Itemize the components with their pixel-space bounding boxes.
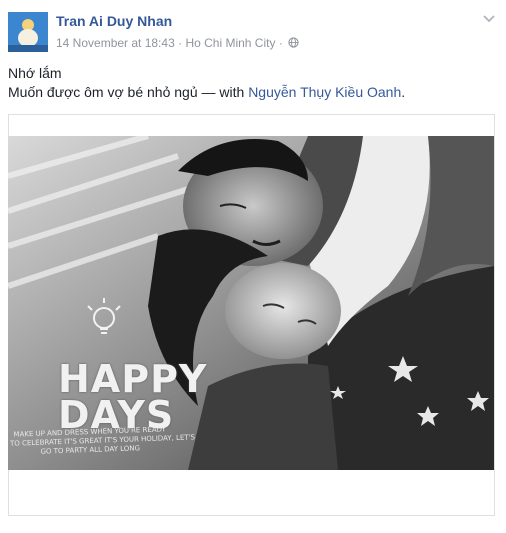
overlay-title-line-1: HAPPY <box>58 357 208 401</box>
meta-separator: · <box>278 35 283 50</box>
meta-separator: · <box>178 35 183 50</box>
post-meta: 14 November at 18:43 · Ho Chi Minh City … <box>56 35 299 50</box>
photo-overlay-caption: MAKE UP AND DRESS WHEN YOU'RE READY TO C… <box>10 425 195 458</box>
avatar[interactable] <box>8 12 48 52</box>
post-text: Nhớ lắm Muốn được ôm vợ bé nhỏ ngủ — wit… <box>8 64 405 102</box>
post-date[interactable]: 14 November at 18:43 <box>56 36 175 50</box>
author-name[interactable]: Tran Ai Duy Nhan <box>56 13 172 29</box>
post-text-line-1: Nhớ lắm <box>8 65 62 81</box>
photo-overlay-title: HAPPY DAYS <box>58 357 208 434</box>
tagged-person-link[interactable]: Nguyễn Thụy Kiều Oanh <box>248 84 401 100</box>
facebook-post: Tran Ai Duy Nhan 14 November at 18:43 · … <box>0 0 506 533</box>
post-photo[interactable]: HAPPY DAYS MAKE UP AND DRESS WHEN YOU'RE… <box>8 136 494 470</box>
post-text-body: Muốn được ôm vợ bé nhỏ ngủ — with <box>8 84 249 100</box>
post-text-line-2: Muốn được ôm vợ bé nhỏ ngủ — with Nguyễn… <box>8 83 405 102</box>
post-text-end: . <box>401 84 406 100</box>
post-location[interactable]: Ho Chi Minh City <box>185 36 275 50</box>
chevron-down-icon[interactable] <box>482 12 496 26</box>
globe-icon[interactable] <box>288 37 299 48</box>
